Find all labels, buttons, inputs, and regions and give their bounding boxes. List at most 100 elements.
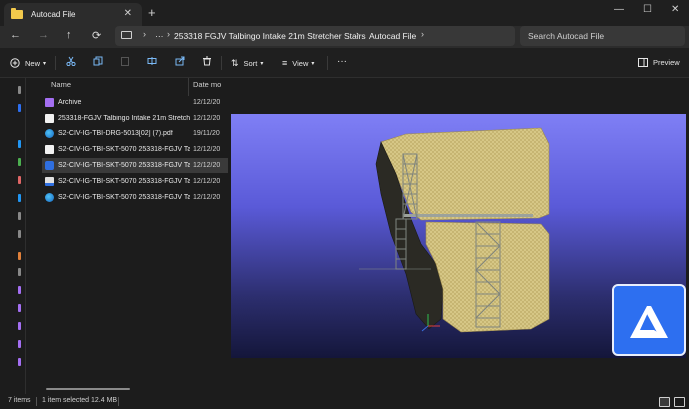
landing-platform — [403, 214, 533, 217]
file-date: 12/12/20 — [193, 99, 221, 106]
paste-icon[interactable] — [120, 56, 130, 66]
cut-icon[interactable] — [66, 56, 76, 66]
file-row[interactable]: S2-CIV-IG-TBI-SKT-5070 253318-FGJV Talbi… — [42, 174, 228, 189]
minimize-button[interactable]: — — [614, 4, 624, 15]
breadcrumb-separator: › — [167, 29, 170, 39]
file-date: 12/12/20 — [193, 146, 221, 153]
file-row-selected[interactable]: S2-CIV-IG-TBI-SKT-5070 253318-FGJV Talbi… — [42, 158, 228, 173]
breadcrumb-separator: › — [143, 29, 146, 39]
nav-item-marker[interactable] — [18, 158, 21, 166]
preview-button[interactable]: Preview — [638, 58, 680, 67]
nav-item-marker[interactable] — [18, 104, 21, 112]
nav-item-marker[interactable] — [18, 340, 21, 348]
more-options-button[interactable]: ··· — [337, 56, 347, 67]
file-name: S2-CIV-IG-TBI-SKT-5070 253318-FGJV Talbi… — [58, 194, 190, 201]
item-count: 7 items — [8, 397, 31, 404]
edge-pdf-icon — [45, 129, 54, 138]
maximize-button[interactable]: ☐ — [643, 4, 652, 15]
tiles-view-icon[interactable] — [674, 397, 685, 407]
nav-item-marker[interactable] — [18, 140, 21, 148]
add-circle-icon — [10, 58, 20, 68]
nav-item-marker[interactable] — [18, 252, 21, 260]
close-window-button[interactable]: ✕ — [671, 4, 679, 15]
share-icon[interactable] — [175, 56, 185, 66]
new-button-label: New — [25, 58, 41, 68]
document-icon — [45, 145, 54, 154]
file-row[interactable]: S2-CIV-IG-TBI-SKT-5070 253318-FGJV Talbi… — [42, 190, 228, 205]
breadcrumb-autocad-file[interactable]: Autocad File — [369, 31, 416, 41]
breadcrumb-project-folder[interactable]: 253318 FGJV Talbingo Intake 21m Stretche… — [174, 31, 366, 41]
file-date: 12/12/20 — [193, 194, 221, 201]
computer-icon — [121, 31, 132, 39]
folder-icon — [45, 98, 54, 107]
up-button[interactable]: ↑ — [66, 29, 72, 41]
refresh-button[interactable]: ⟳ — [92, 29, 101, 42]
title-bar: Autocad File ✕ + — ☐ ✕ — [0, 0, 689, 26]
column-header-date[interactable]: Date mo — [193, 80, 221, 89]
file-name: S2-CIV-IG-TBI-DRG-5013[02] (7).pdf — [58, 130, 173, 137]
file-name: Archive — [58, 99, 82, 106]
delete-icon[interactable] — [202, 56, 212, 66]
document-icon — [45, 114, 54, 123]
file-name: 253318-FGJV Talbingo Intake 21m Stretche… — [58, 115, 190, 122]
file-row[interactable]: S2-CIV-IG-TBI-DRG-5013[02] (7).pdf 19/11… — [42, 126, 228, 141]
nav-item-marker[interactable] — [18, 212, 21, 220]
breadcrumb-more[interactable]: ··· — [155, 31, 164, 41]
details-view-icon[interactable] — [659, 397, 670, 407]
nav-item-marker[interactable] — [18, 304, 21, 312]
status-bar: 7 items 1 item selected 12.4 MB — [0, 394, 689, 409]
new-tab-button[interactable]: + — [148, 5, 156, 20]
file-date: 19/11/20 — [193, 130, 220, 137]
address-row: ← → ↑ ⟳ › ··· › 253318 FGJV Talbingo Int… — [0, 26, 689, 48]
nav-item-marker[interactable] — [18, 86, 21, 94]
breadcrumb-separator: › — [421, 29, 424, 39]
divider — [55, 56, 56, 70]
search-input[interactable]: Search Autocad File — [520, 26, 685, 46]
file-row[interactable]: Archive 12/12/20 — [42, 95, 228, 110]
bricscad-logo-icon — [612, 284, 686, 356]
navigation-pane[interactable] — [0, 78, 26, 394]
file-date: 12/12/20 — [193, 162, 221, 169]
file-date: 12/12/20 — [193, 115, 221, 122]
nav-item-marker[interactable] — [18, 268, 21, 276]
selection-info: 1 item selected 12.4 MB — [42, 397, 118, 404]
file-name: S2-CIV-IG-TBI-SKT-5070 253318-FGJV Talbi… — [58, 178, 190, 185]
preview-button-label: Preview — [653, 58, 680, 67]
view-button[interactable]: ≡ View ▾ — [282, 58, 314, 68]
new-button[interactable]: New ▾ — [10, 58, 46, 68]
nav-item-marker[interactable] — [18, 286, 21, 294]
tab-title: Autocad File — [31, 10, 76, 19]
chevron-down-icon: ▾ — [43, 60, 47, 67]
file-row[interactable]: S2-CIV-IG-TBI-SKT-5070 253318-FGJV Talbi… — [42, 142, 228, 157]
divider — [327, 56, 328, 70]
nav-item-marker[interactable] — [18, 176, 21, 184]
file-row[interactable]: 253318-FGJV Talbingo Intake 21m Stretche… — [42, 111, 228, 126]
nav-item-marker[interactable] — [18, 230, 21, 238]
column-divider[interactable] — [188, 78, 189, 96]
edge-pdf-icon — [45, 193, 54, 202]
file-name: S2-CIV-IG-TBI-SKT-5070 253318-FGJV Talbi… — [58, 146, 190, 153]
file-list: Name Date mo Archive 12/12/20 253318-FGJ… — [40, 78, 228, 394]
divider — [221, 56, 222, 70]
column-header-name[interactable]: Name — [51, 80, 71, 89]
view-button-label: View — [292, 58, 309, 68]
sort-button[interactable]: ⇅ Sort ▾ — [231, 58, 263, 69]
file-name: S2-CIV-IG-TBI-SKT-5070 253318-FGJV Talbi… — [58, 162, 190, 169]
copy-icon[interactable] — [93, 56, 103, 66]
nav-item-marker[interactable] — [18, 358, 21, 366]
forward-button[interactable]: → — [38, 29, 49, 41]
chevron-down-icon: ▾ — [311, 60, 315, 67]
back-button[interactable]: ← — [10, 29, 21, 41]
command-bar: New ▾ ⇅ Sort ▾ ≡ View ▾ ··· Preview — [0, 48, 689, 78]
tab-autocad-file[interactable]: Autocad File ✕ — [4, 3, 142, 26]
rock-lower-block — [425, 221, 550, 333]
folder-icon — [11, 8, 23, 19]
view-list-icon: ≡ — [282, 58, 288, 68]
nav-item-marker[interactable] — [18, 322, 21, 330]
nav-item-marker[interactable] — [18, 194, 21, 202]
address-bar[interactable]: › ··· › 253318 FGJV Talbingo Intake 21m … — [115, 26, 515, 46]
rename-icon[interactable] — [147, 56, 157, 66]
tab-close-button[interactable]: ✕ — [124, 8, 132, 19]
dwg-file-icon — [45, 177, 54, 186]
horizontal-scrollbar[interactable] — [46, 388, 130, 390]
